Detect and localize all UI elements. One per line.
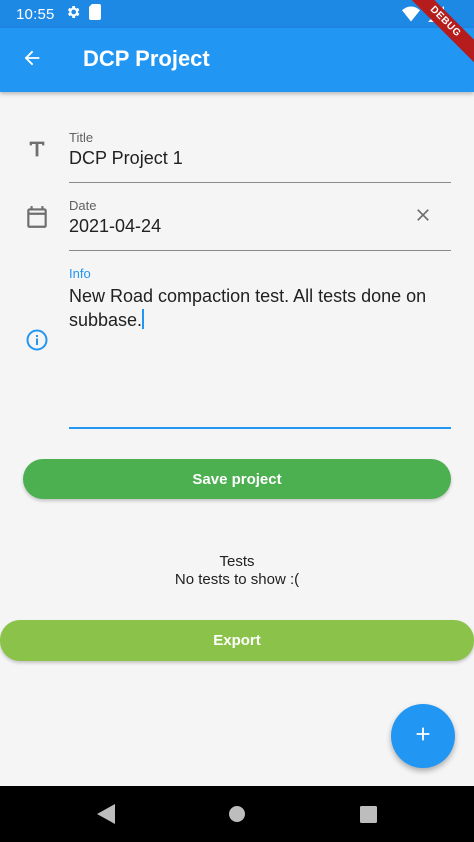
status-left-icons [65,4,101,24]
tests-empty-message: No tests to show :( [174,571,300,588]
add-test-fab[interactable] [391,704,455,768]
text-format-icon [24,136,50,162]
date-underline [69,250,451,251]
close-icon [413,205,433,230]
back-triangle-icon[interactable] [94,802,118,826]
status-time: 10:55 [16,5,55,23]
save-project-button[interactable]: Save project [23,459,451,499]
page-title: DCP Project [83,46,210,71]
home-circle-icon[interactable] [225,802,249,826]
settings-icon [65,4,81,24]
arrow-back-icon [21,47,43,74]
info-input[interactable]: New Road compaction test. All tests done… [69,284,449,332]
export-button[interactable]: Export [0,620,474,661]
info-input-text: New Road compaction test. All tests done… [69,286,427,330]
calendar-icon[interactable] [24,204,50,230]
back-button[interactable] [16,44,48,76]
wifi-icon [402,6,420,26]
info-label: Info [69,266,91,281]
status-bar: 10:55 [0,0,474,28]
text-cursor [142,309,145,329]
app-bar: DCP Project [0,28,474,92]
sim-card-icon [88,4,101,24]
add-icon [412,723,434,750]
date-label: Date [69,198,97,213]
date-input[interactable]: 2021-04-24 [69,216,161,237]
title-underline [69,182,451,183]
navigation-bar [0,786,474,842]
info-icon [24,327,50,353]
title-input[interactable]: DCP Project 1 [69,148,183,169]
recents-square-icon[interactable] [356,802,380,826]
title-label: Title [69,130,94,145]
clear-date-button[interactable] [410,204,436,230]
tests-heading: Tests [219,553,255,570]
info-underline [69,427,451,429]
